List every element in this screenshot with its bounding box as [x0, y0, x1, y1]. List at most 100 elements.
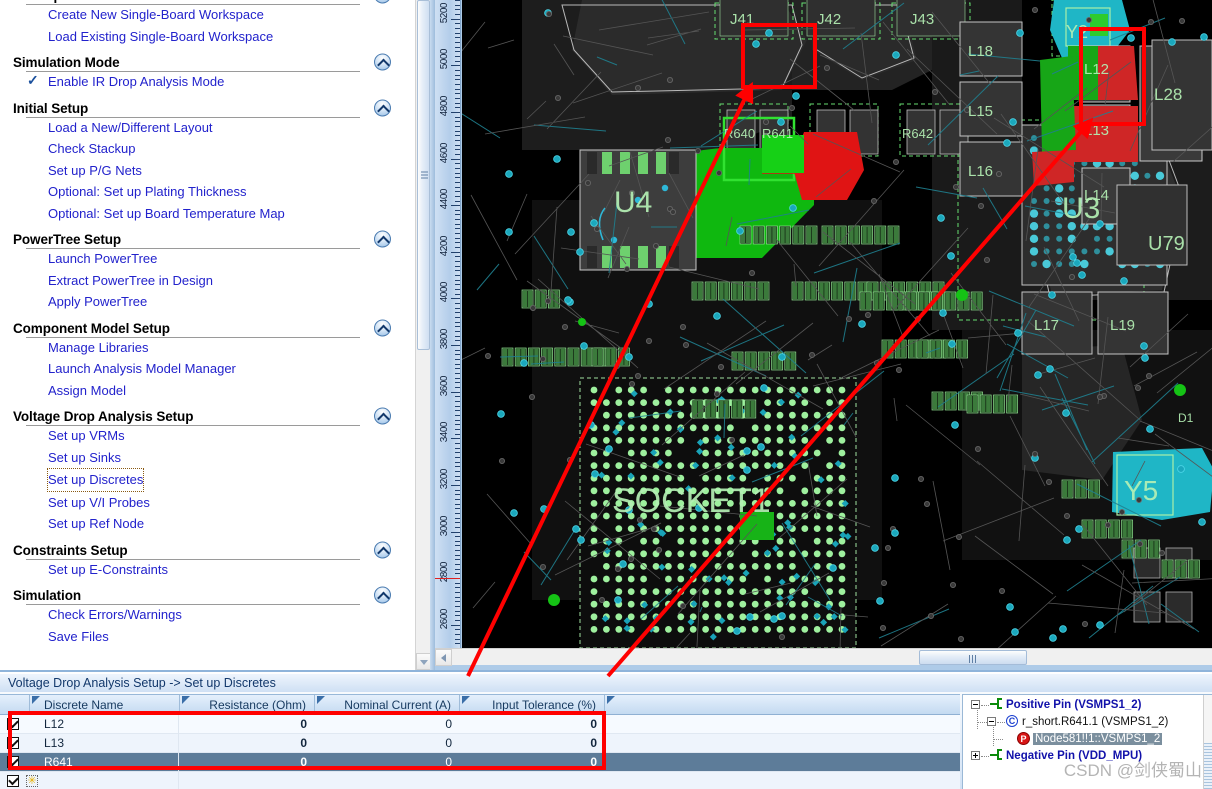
cell-discrete-name[interactable]: R641 [44, 753, 180, 772]
workflow-item-manage-libraries[interactable]: Manage Libraries [0, 337, 412, 359]
collapse-chevron-up-icon[interactable] [374, 319, 391, 336]
hscroll-thumb[interactable] [919, 650, 1027, 665]
collapse-chevron-up-icon[interactable] [374, 0, 391, 4]
cell-resistance[interactable] [180, 772, 307, 789]
row-checkbox[interactable] [7, 737, 19, 749]
workflow-item-launch-analysis-model-manager[interactable]: Launch Analysis Model Manager [0, 358, 412, 380]
cell-nominal-current[interactable] [315, 772, 452, 789]
grid-header-input-tolerance[interactable]: Input Tolerance (%) [460, 695, 605, 715]
ruler-tick [455, 335, 460, 337]
workflow-item-create-new-single-board-workspace[interactable]: Create New Single-Board Workspace [0, 4, 412, 26]
workflow-item-check-stackup[interactable]: Check Stackup [0, 138, 412, 160]
cell-discrete-name[interactable] [44, 772, 180, 789]
workflow-section-header[interactable]: Simulation [0, 586, 412, 605]
workflow-item-set-up-sinks[interactable]: Set up Sinks [0, 447, 412, 469]
tree-vertical-scrollbar[interactable] [1203, 695, 1212, 789]
scroll-left-button[interactable] [435, 649, 452, 666]
workflow-section-header[interactable]: Voltage Drop Analysis Setup [0, 407, 412, 426]
scroll-down-button[interactable] [416, 653, 430, 670]
workflow-section-header[interactable]: Component Model Setup [0, 319, 412, 338]
tree-node-label[interactable]: r_short.R641.1 (VSMPS1_2) [1022, 716, 1168, 728]
workflow-item-apply-powertree[interactable]: Apply PowerTree [0, 291, 412, 313]
cell-input-tolerance[interactable]: 0 [460, 734, 597, 753]
scrollbar-track[interactable] [416, 0, 430, 653]
grid-body[interactable]: L12 0 0 0 L13 0 0 0 R641 0 0 0 ✳ [0, 715, 960, 789]
workflow-item-set-up-p-g-nets[interactable]: Set up P/G Nets [0, 160, 412, 182]
table-row[interactable]: ✳ [0, 772, 960, 789]
ruler-label: 2800 [439, 562, 450, 583]
workflow-section-header[interactable]: Initial Setup [0, 99, 412, 118]
pin-tree-panel[interactable]: Positive Pin (VSMPS1_2) Cr_short.R641.1 (… [962, 694, 1212, 789]
workflow-item-set-up-vrms[interactable]: Set up VRMs [0, 425, 412, 447]
workflow-section-header[interactable]: PowerTree Setup [0, 230, 412, 249]
workflow-item-optional-set-up-board-temperature-map[interactable]: Optional: Set up Board Temperature Map [0, 203, 412, 225]
pcb-canvas[interactable]: J41 J42 J43 R640 R641 R642 U4 U3 SOCKET1 Y2 Y5 L12 L… [462, 0, 1212, 648]
collapse-chevron-up-icon[interactable] [374, 407, 391, 425]
workflow-item-load-a-new-different-layout[interactable]: Load a New/Different Layout [0, 117, 412, 139]
tree-expander-minus-icon[interactable] [971, 700, 980, 709]
scrollbar-thumb[interactable] [417, 0, 430, 350]
workflow-item-extract-powertree-in-design[interactable]: Extract PowerTree in Design [0, 270, 412, 292]
collapse-chevron-up-icon[interactable] [374, 586, 391, 604]
cell-nominal-current[interactable]: 0 [315, 734, 452, 753]
cell-input-tolerance[interactable]: 0 [460, 715, 597, 734]
workflow-item-check-errors-warnings[interactable]: Check Errors/Warnings [0, 604, 412, 626]
discretes-grid[interactable]: Discrete Name Resistance (Ohm) Nominal Cur… [0, 694, 960, 789]
expander-vertical-bar [975, 753, 976, 758]
ruler-tick [455, 307, 460, 309]
cell-discrete-name[interactable]: L13 [44, 734, 180, 753]
workflow-item-launch-powertree[interactable]: Launch PowerTree [0, 248, 412, 270]
ruler-tick [455, 69, 460, 71]
workflow-section-header[interactable]: Workspace [0, 0, 412, 5]
row-checkbox[interactable] [7, 775, 19, 787]
tree-node-label[interactable]: Node581!!1::VSMPS1_2 [1033, 733, 1163, 745]
column-sort-triangle-icon [317, 696, 325, 704]
cell-discrete-name[interactable]: L12 [44, 715, 180, 734]
workflow-section-header[interactable]: Constraints Setup [0, 541, 412, 560]
new-row-icon[interactable]: ✳ [26, 775, 38, 787]
workflow-item-assign-model[interactable]: Assign Model [0, 380, 412, 402]
pcb-layout-view[interactable]: 5200 5000 4800 4600 4400 4200 4000 3800 3600 3400… [435, 0, 1212, 670]
grid-header-nominal-current-a[interactable]: Nominal Current (A) [315, 695, 460, 715]
cell-nominal-current[interactable]: 0 [315, 753, 452, 772]
row-checkbox[interactable] [7, 756, 19, 768]
workflow-item-set-up-discretes[interactable]: Set up Discretes [46, 468, 145, 492]
table-row[interactable]: L13 0 0 0 [0, 734, 960, 753]
ruler-label: 3800 [439, 329, 450, 350]
row-checkbox[interactable] [7, 718, 19, 730]
workflow-item-save-files[interactable]: Save Files [0, 626, 412, 648]
workflow-vertical-scrollbar[interactable] [415, 0, 430, 670]
workflow-section-header[interactable]: Simulation Mode [0, 53, 412, 72]
table-row[interactable]: R641 0 0 0 [0, 753, 960, 772]
tree-node-label[interactable]: Positive Pin (VSMPS1_2) [1006, 699, 1142, 711]
cell-input-tolerance[interactable] [460, 772, 597, 789]
workflow-item-set-up-v-i-probes[interactable]: Set up V/I Probes [0, 492, 412, 514]
workflow-item-set-up-ref-node[interactable]: Set up Ref Node [0, 513, 412, 535]
ruler-tick [455, 237, 460, 239]
cell-resistance[interactable]: 0 [180, 715, 307, 734]
refdes-l12: L12 [1084, 61, 1109, 78]
collapse-chevron-up-icon[interactable] [374, 99, 391, 116]
workflow-item-optional-set-up-plating-thickness[interactable]: Optional: Set up Plating Thickness [0, 181, 412, 203]
tree-node-label[interactable]: Negative Pin (VDD_MPU) [1006, 750, 1142, 762]
cell-nominal-current[interactable]: 0 [315, 715, 452, 734]
collapse-chevron-up-icon[interactable] [374, 53, 391, 71]
table-row[interactable]: L12 0 0 0 [0, 715, 960, 734]
collapse-chevron-up-icon[interactable] [374, 541, 391, 558]
tree-expander-minus-icon[interactable] [987, 717, 996, 726]
tree-scrollbar-thumb[interactable] [1204, 743, 1212, 789]
canvas-horizontal-scrollbar[interactable] [435, 648, 1212, 666]
tree-expander-plus-icon[interactable] [971, 751, 980, 760]
refdes-l16: L16 [968, 163, 993, 180]
grid-header-resistance-ohm[interactable]: Resistance (Ohm) [180, 695, 315, 715]
ruler-tick [451, 18, 460, 20]
collapse-chevron-up-icon[interactable] [374, 230, 391, 248]
ruler-tick [455, 559, 460, 561]
cell-input-tolerance[interactable]: 0 [460, 753, 597, 772]
cell-resistance[interactable]: 0 [180, 753, 307, 772]
workflow-item-load-existing-single-board-workspace[interactable]: Load Existing Single-Board Workspace [0, 26, 412, 48]
workflow-item-enable-ir-drop-analysis-mode[interactable]: ✓ Enable IR Drop Analysis Mode [0, 71, 412, 93]
grid-header-discrete-name[interactable]: Discrete Name [30, 695, 180, 715]
workflow-item-set-up-e-constraints[interactable]: Set up E-Constraints [0, 559, 412, 581]
cell-resistance[interactable]: 0 [180, 734, 307, 753]
